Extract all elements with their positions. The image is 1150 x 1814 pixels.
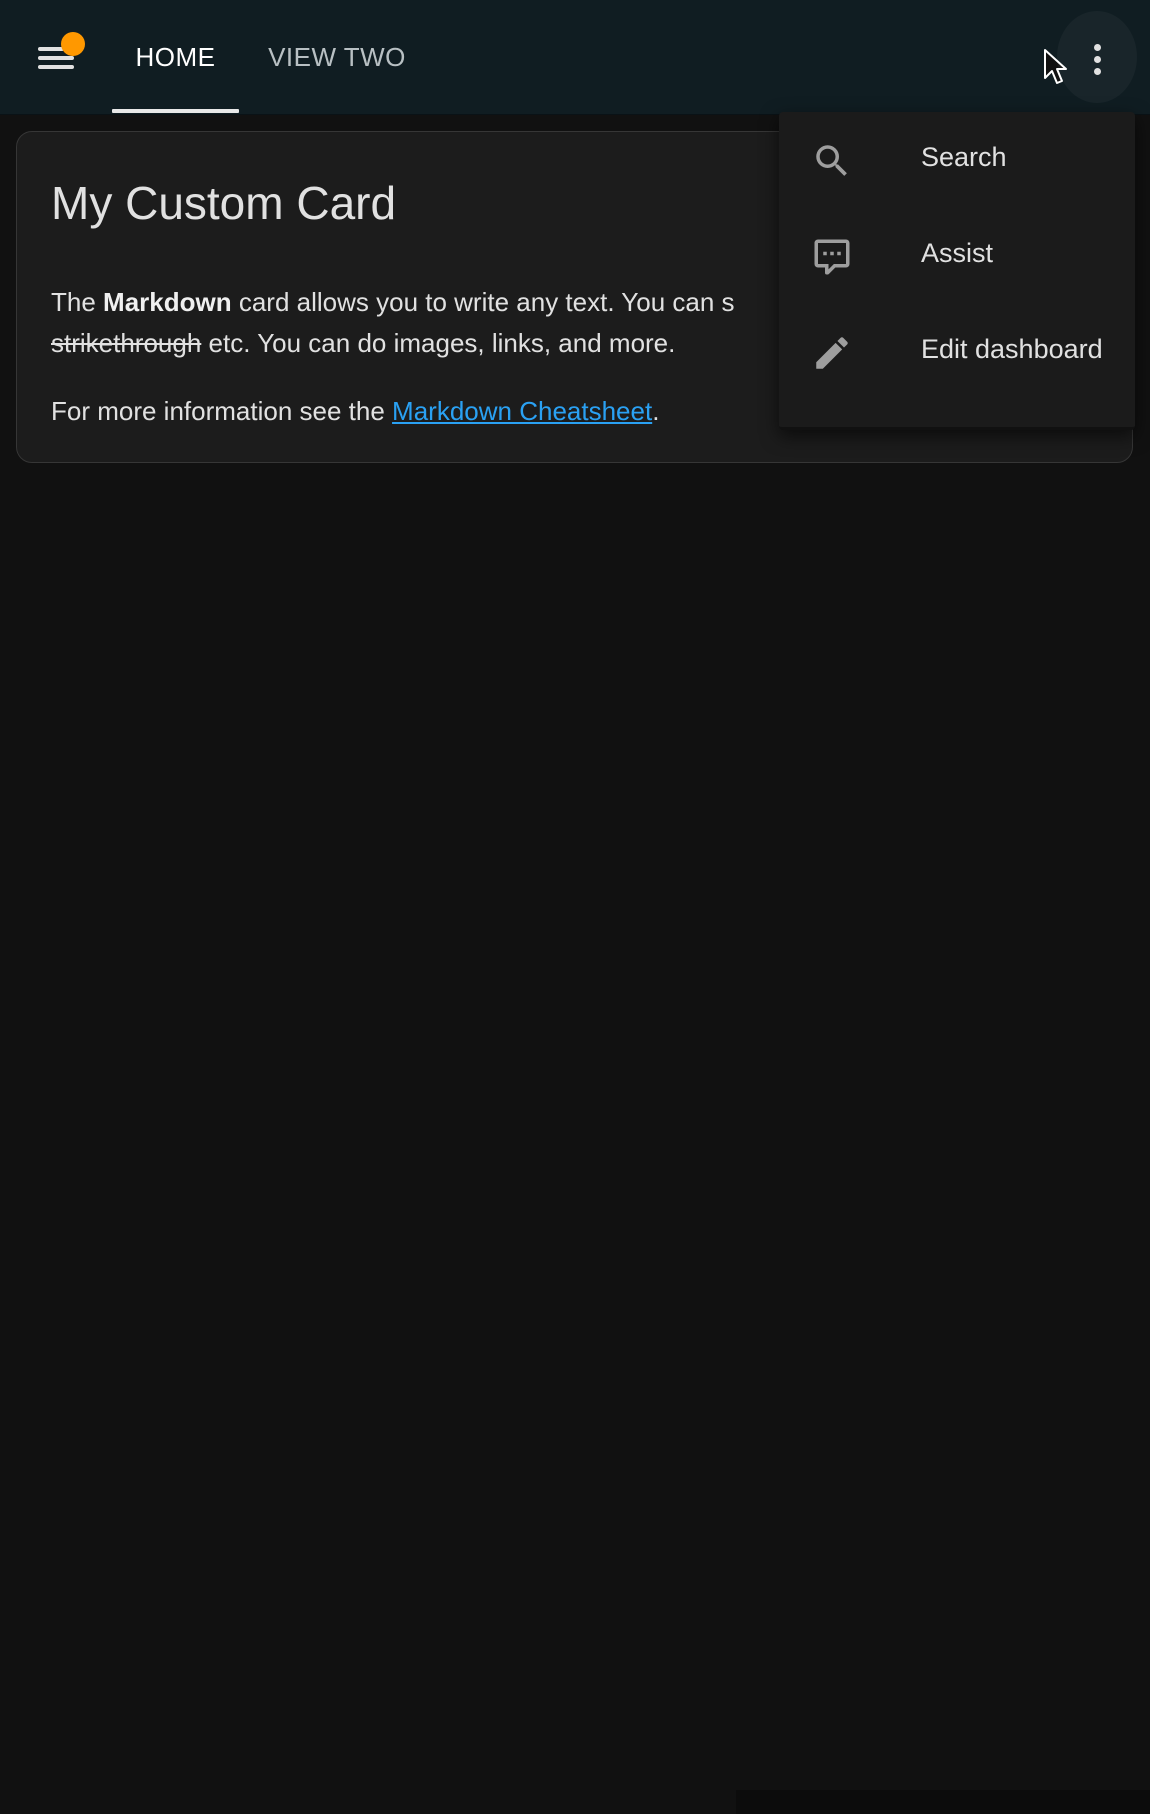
dots-vertical-icon (1094, 44, 1101, 51)
text-segment: . (652, 396, 660, 426)
menu-item-label: Search (921, 142, 1007, 172)
card-title: My Custom Card (51, 177, 397, 229)
bottom-edge-shadow (736, 1790, 1150, 1814)
menu-item-label: Assist (921, 238, 994, 268)
bold-text: Markdown (103, 287, 232, 317)
tab-view-two-label: VIEW TWO (268, 41, 406, 72)
search-icon (816, 145, 847, 176)
menu-item-search[interactable]: Search (779, 112, 1135, 208)
active-tab-indicator (112, 109, 239, 113)
text-segment: The (51, 287, 104, 317)
pencil-icon (816, 337, 848, 369)
overflow-dropdown-menu: Search Assist Edit dashboard (779, 112, 1135, 430)
dots-vertical-icon-dot (1094, 68, 1101, 75)
text-segment: etc. You can do images, links, and more. (201, 328, 676, 358)
menu-icon (38, 47, 64, 51)
tab-home-label: HOME (135, 41, 216, 72)
notification-badge (61, 32, 85, 56)
strikethrough-text: strikethrough (51, 328, 202, 358)
overflow-menu-button[interactable] (1057, 11, 1137, 103)
tab-view-two[interactable]: VIEW TWO (262, 0, 412, 114)
tab-home[interactable]: HOME (112, 0, 239, 114)
menu-item-label: Edit dashboard (921, 334, 1103, 364)
menu-icon-bar (38, 65, 74, 69)
menu-icon-bar (38, 56, 74, 60)
top-app-bar: HOME VIEW TWO (0, 0, 1150, 115)
markdown-cheatsheet-link[interactable]: Markdown Cheatsheet (392, 396, 652, 426)
dots-vertical-icon-dot (1094, 56, 1101, 63)
menu-item-edit-dashboard[interactable]: Edit dashboard (779, 304, 1135, 400)
app-root: HOME VIEW TWO My Custom Card The Markdow… (0, 0, 1150, 1814)
text-segment: For more information see the (51, 396, 393, 426)
text-segment: card allows you to write any text. You c… (231, 287, 735, 317)
menu-item-assist[interactable]: Assist (779, 208, 1135, 304)
sidebar-toggle-button[interactable] (28, 28, 88, 88)
comment-processing-icon (814, 239, 850, 275)
